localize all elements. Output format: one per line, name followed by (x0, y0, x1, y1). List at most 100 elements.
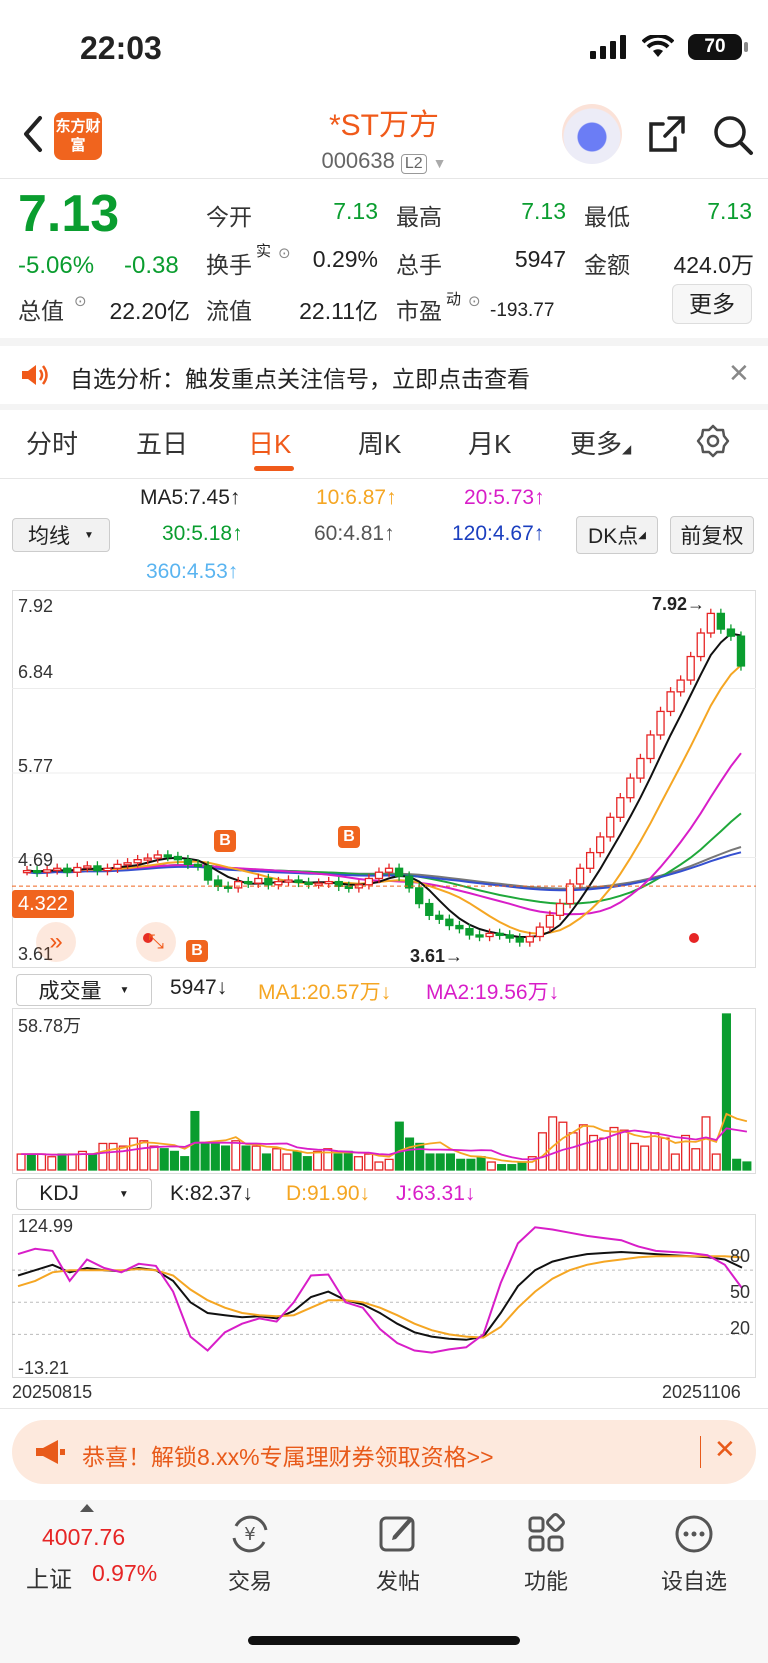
divider (0, 478, 768, 479)
signal-dot (689, 933, 699, 943)
volume-bar (313, 1150, 323, 1171)
volume-ma2: MA2:19.56万↓ (426, 981, 560, 1004)
volume-bar (241, 1145, 251, 1171)
candle (435, 914, 444, 920)
open-value: 7.13 (333, 198, 378, 224)
volume-bar (272, 1148, 282, 1171)
kdj-select-label: KDJ (39, 1182, 79, 1205)
index-name[interactable]: 上证 (26, 1560, 72, 1594)
tab-weekly-k[interactable]: 周K (358, 424, 401, 461)
volume-bar (670, 1153, 680, 1171)
candle (626, 777, 635, 799)
tab-intraday[interactable]: 分时 (26, 424, 78, 461)
amount-value: 424.0万 (673, 252, 754, 278)
volume-chart[interactable] (12, 1008, 756, 1174)
info-icon[interactable]: ⊙ (468, 292, 481, 310)
price-y-label: 5.77 (18, 756, 54, 776)
kdj-indicator-select[interactable]: KDJ ▼ (16, 1178, 152, 1210)
info-icon[interactable]: ⊙ (74, 292, 87, 310)
ma10-value: 10:6.87↑ (316, 486, 397, 509)
buy-signal-marker[interactable]: B (338, 826, 360, 848)
dk-point-button[interactable]: DK点 ◢ (576, 516, 658, 554)
candle (284, 879, 293, 883)
buy-signal-marker[interactable]: B (186, 940, 208, 962)
settings-icon[interactable] (696, 424, 730, 458)
expand-icon[interactable]: » (36, 922, 76, 962)
speaker-icon (22, 365, 48, 385)
ai-assistant-avatar[interactable] (562, 104, 622, 164)
adjust-button[interactable]: 前复权 (670, 516, 754, 554)
ma120-value: 120:4.67↑ (452, 522, 545, 545)
kdj-j-line (17, 1226, 743, 1354)
candle (324, 880, 333, 885)
kdj-level-80: 80 (730, 1246, 751, 1266)
candle (606, 816, 615, 838)
volume-bar (619, 1129, 629, 1171)
start-date: 20250815 (12, 1382, 93, 1402)
promo-banner-text[interactable]: 恭喜！解锁8.xx%专属理财券领取资格>> (82, 1438, 494, 1472)
candle (374, 871, 384, 880)
volume-bar (200, 1142, 210, 1171)
candle (213, 879, 223, 887)
candle (696, 632, 705, 658)
active-tab-indicator (254, 466, 294, 471)
info-icon[interactable]: ⊙ (278, 244, 291, 262)
close-icon[interactable]: ✕ (714, 1434, 736, 1465)
search-icon[interactable] (712, 114, 754, 156)
more-button[interactable]: 更多 (672, 284, 752, 324)
tab-daily-k[interactable]: 日K (248, 424, 291, 461)
divider (0, 1408, 768, 1409)
volume-bar (16, 1153, 26, 1171)
open-label: 今开 (206, 204, 252, 230)
index-value[interactable]: 4007.76 (42, 1524, 125, 1551)
candle (93, 865, 102, 872)
candle (706, 612, 715, 634)
tab-more[interactable]: 更多◢ (570, 424, 631, 461)
ma5-value: MA5:7.45↑ (140, 486, 241, 509)
volume-bar (88, 1153, 98, 1171)
candle (53, 867, 62, 871)
nav-post[interactable]: 发帖 (338, 1510, 458, 1596)
dk-point-label: DK点 (588, 525, 639, 548)
low-value: 7.13 (707, 198, 752, 224)
share-icon[interactable] (647, 114, 687, 154)
volume-bar (353, 1156, 363, 1171)
volume-bar (210, 1142, 220, 1171)
volume-bar (343, 1150, 353, 1171)
nav-functions[interactable]: 功能 (486, 1510, 606, 1596)
volume-bar (466, 1158, 476, 1171)
index-change[interactable]: 0.97% (92, 1560, 157, 1587)
section-gap (0, 338, 768, 346)
turnover-sup: 实 (256, 243, 272, 260)
candle (565, 883, 575, 905)
notice-text[interactable]: 自选分析：触发重点关注信号，立即点击查看 (70, 360, 530, 394)
candle (304, 881, 313, 886)
kdj-max-label: 124.99 (18, 1216, 74, 1236)
high-value: 7.13 (521, 198, 566, 224)
volume-bar (159, 1148, 169, 1171)
nav-watchlist[interactable]: 设自选 (634, 1510, 754, 1596)
up-arrow-icon (80, 1504, 94, 1512)
nav-trade[interactable]: ¥ 交易 (190, 1510, 310, 1596)
candle (415, 887, 424, 905)
close-icon[interactable]: ✕ (728, 358, 750, 389)
status-icons: 70 (590, 34, 748, 60)
buy-signal-marker[interactable]: B (214, 830, 236, 852)
tab-five-day[interactable]: 五日 (136, 424, 188, 461)
kdj-chart[interactable] (12, 1214, 756, 1378)
volume-label: 总手 (396, 252, 442, 278)
fullscreen-icon[interactable]: ⤡ (136, 922, 176, 962)
volume-bar (98, 1142, 108, 1171)
tab-monthly-k[interactable]: 月K (468, 424, 511, 461)
grid-icon (486, 1510, 606, 1558)
volume-bar (384, 1158, 394, 1171)
wifi-icon (642, 35, 674, 57)
chevron-down-icon: ▼ (119, 984, 130, 996)
volume-bar (282, 1153, 292, 1171)
price-chart[interactable] (12, 590, 756, 968)
volume-indicator-select[interactable]: 成交量 ▼ (16, 974, 152, 1006)
candle (234, 880, 243, 889)
candle (264, 877, 273, 886)
ma-select[interactable]: 均线 ▼ (12, 518, 110, 552)
candle (244, 880, 253, 885)
